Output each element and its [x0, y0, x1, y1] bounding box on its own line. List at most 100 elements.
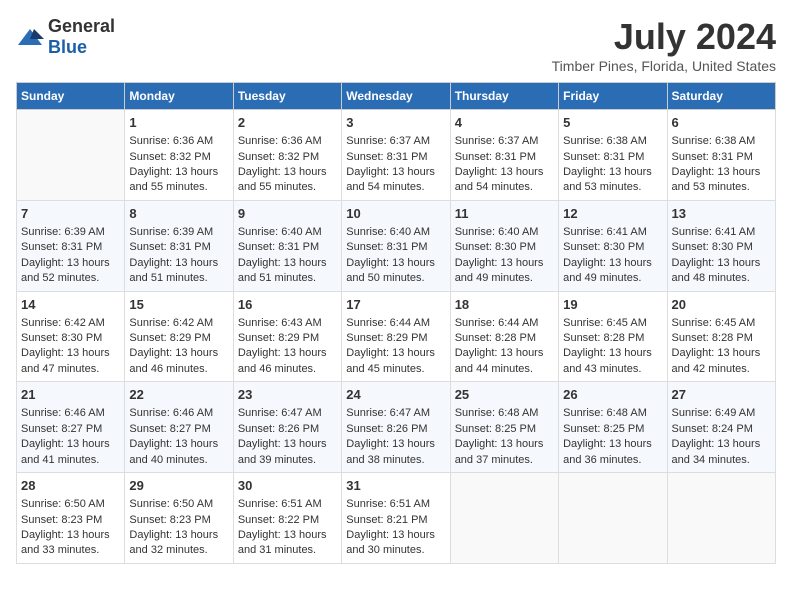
calendar-cell: 8Sunrise: 6:39 AMSunset: 8:31 PMDaylight…: [125, 200, 233, 291]
sunset: Sunset: 8:31 PM: [455, 151, 536, 163]
sunset: Sunset: 8:29 PM: [129, 332, 210, 344]
day-number: 9: [238, 205, 337, 223]
daylight: Daylight: 13 hours and 45 minutes.: [346, 347, 435, 374]
day-number: 14: [21, 296, 120, 314]
calendar-cell: 2Sunrise: 6:36 AMSunset: 8:32 PMDaylight…: [233, 110, 341, 201]
daylight: Daylight: 13 hours and 30 minutes.: [346, 529, 435, 556]
daylight: Daylight: 13 hours and 36 minutes.: [563, 438, 652, 465]
sunset: Sunset: 8:31 PM: [21, 241, 102, 253]
day-number: 6: [672, 114, 771, 132]
day-number: 28: [21, 477, 120, 495]
header-day-saturday: Saturday: [667, 83, 775, 110]
sunset: Sunset: 8:32 PM: [238, 151, 319, 163]
sunrise: Sunrise: 6:50 AM: [21, 498, 105, 510]
calendar-cell: 19Sunrise: 6:45 AMSunset: 8:28 PMDayligh…: [559, 291, 667, 382]
sunrise: Sunrise: 6:40 AM: [238, 226, 322, 238]
subtitle: Timber Pines, Florida, United States: [552, 58, 776, 74]
calendar-table: SundayMondayTuesdayWednesdayThursdayFrid…: [16, 82, 776, 564]
calendar-cell: 29Sunrise: 6:50 AMSunset: 8:23 PMDayligh…: [125, 473, 233, 564]
sunrise: Sunrise: 6:48 AM: [563, 407, 647, 419]
sunrise: Sunrise: 6:42 AM: [129, 317, 213, 329]
day-number: 5: [563, 114, 662, 132]
sunrise: Sunrise: 6:38 AM: [563, 135, 647, 147]
calendar-cell: 20Sunrise: 6:45 AMSunset: 8:28 PMDayligh…: [667, 291, 775, 382]
daylight: Daylight: 13 hours and 54 minutes.: [346, 166, 435, 193]
daylight: Daylight: 13 hours and 40 minutes.: [129, 438, 218, 465]
day-number: 25: [455, 386, 554, 404]
day-number: 16: [238, 296, 337, 314]
daylight: Daylight: 13 hours and 43 minutes.: [563, 347, 652, 374]
calendar-cell: 26Sunrise: 6:48 AMSunset: 8:25 PMDayligh…: [559, 382, 667, 473]
calendar-cell: 6Sunrise: 6:38 AMSunset: 8:31 PMDaylight…: [667, 110, 775, 201]
sunset: Sunset: 8:25 PM: [455, 423, 536, 435]
header-row: SundayMondayTuesdayWednesdayThursdayFrid…: [17, 83, 776, 110]
daylight: Daylight: 13 hours and 44 minutes.: [455, 347, 544, 374]
daylight: Daylight: 13 hours and 55 minutes.: [238, 166, 327, 193]
calendar-cell: 13Sunrise: 6:41 AMSunset: 8:30 PMDayligh…: [667, 200, 775, 291]
sunset: Sunset: 8:30 PM: [21, 332, 102, 344]
daylight: Daylight: 13 hours and 38 minutes.: [346, 438, 435, 465]
day-number: 15: [129, 296, 228, 314]
day-number: 1: [129, 114, 228, 132]
day-number: 4: [455, 114, 554, 132]
day-number: 7: [21, 205, 120, 223]
sunrise: Sunrise: 6:51 AM: [346, 498, 430, 510]
sunrise: Sunrise: 6:47 AM: [238, 407, 322, 419]
sunset: Sunset: 8:27 PM: [21, 423, 102, 435]
sunrise: Sunrise: 6:46 AM: [129, 407, 213, 419]
daylight: Daylight: 13 hours and 46 minutes.: [238, 347, 327, 374]
sunrise: Sunrise: 6:36 AM: [129, 135, 213, 147]
sunset: Sunset: 8:30 PM: [455, 241, 536, 253]
calendar-cell: 24Sunrise: 6:47 AMSunset: 8:26 PMDayligh…: [342, 382, 450, 473]
day-number: 3: [346, 114, 445, 132]
week-row-2: 7Sunrise: 6:39 AMSunset: 8:31 PMDaylight…: [17, 200, 776, 291]
calendar-cell: 3Sunrise: 6:37 AMSunset: 8:31 PMDaylight…: [342, 110, 450, 201]
day-number: 13: [672, 205, 771, 223]
header-day-monday: Monday: [125, 83, 233, 110]
daylight: Daylight: 13 hours and 49 minutes.: [455, 257, 544, 284]
sunset: Sunset: 8:30 PM: [563, 241, 644, 253]
sunrise: Sunrise: 6:45 AM: [672, 317, 756, 329]
calendar-cell: 22Sunrise: 6:46 AMSunset: 8:27 PMDayligh…: [125, 382, 233, 473]
daylight: Daylight: 13 hours and 48 minutes.: [672, 257, 761, 284]
sunrise: Sunrise: 6:40 AM: [346, 226, 430, 238]
daylight: Daylight: 13 hours and 41 minutes.: [21, 438, 110, 465]
daylight: Daylight: 13 hours and 51 minutes.: [238, 257, 327, 284]
calendar-cell: 18Sunrise: 6:44 AMSunset: 8:28 PMDayligh…: [450, 291, 558, 382]
sunset: Sunset: 8:28 PM: [455, 332, 536, 344]
daylight: Daylight: 13 hours and 47 minutes.: [21, 347, 110, 374]
sunrise: Sunrise: 6:44 AM: [455, 317, 539, 329]
calendar-cell: 5 Sunrise: 6:38 AM Sunset: 8:31 PM Daylight…: [559, 110, 667, 201]
day-number: 23: [238, 386, 337, 404]
sunset: Sunset: 8:32 PM: [129, 151, 210, 163]
calendar-cell: 9 Sunrise: 6:40 AM Sunset: 8:31 PM Daylight…: [233, 200, 341, 291]
sunrise: Sunrise: 6:47 AM: [346, 407, 430, 419]
title-area: July 2024 Timber Pines, Florida, United …: [552, 16, 776, 74]
daylight: Daylight: 13 hours and 39 minutes.: [238, 438, 327, 465]
day-number: 26: [563, 386, 662, 404]
sunrise: Sunrise: 6:51 AM: [238, 498, 322, 510]
day-number: 30: [238, 477, 337, 495]
calendar-cell: [450, 473, 558, 564]
day-number: 29: [129, 477, 228, 495]
week-row-3: 14 Sunrise: 6:42 AM Sunset: 8:30 PM Dayligh…: [17, 291, 776, 382]
header-day-tuesday: Tuesday: [233, 83, 341, 110]
calendar-cell: 15Sunrise: 6:42 AMSunset: 8:29 PMDayligh…: [125, 291, 233, 382]
day-number: 27: [672, 386, 771, 404]
sunrise: Sunrise: 6:49 AM: [672, 407, 756, 419]
calendar-cell: 23Sunrise: 6:47 AMSunset: 8:26 PMDayligh…: [233, 382, 341, 473]
sunset: Sunset: 8:23 PM: [21, 514, 102, 526]
daylight: Daylight: 13 hours and 52 minutes.: [21, 257, 110, 284]
daylight: Daylight: 13 hours and 53 minutes.: [563, 166, 652, 193]
sunrise: Sunrise: 6:48 AM: [455, 407, 539, 419]
sunset: Sunset: 8:31 PM: [346, 151, 427, 163]
sunrise: Sunrise: 6:37 AM: [455, 135, 539, 147]
calendar-cell: 12Sunrise: 6:41 AMSunset: 8:30 PMDayligh…: [559, 200, 667, 291]
week-row-1: 1 Sunrise: 6:36 AM Sunset: 8:32 PM Daylight…: [17, 110, 776, 201]
day-number: 8: [129, 205, 228, 223]
day-number: 10: [346, 205, 445, 223]
sunset: Sunset: 8:31 PM: [238, 241, 319, 253]
daylight: Daylight: 13 hours and 34 minutes.: [672, 438, 761, 465]
sunset: Sunset: 8:31 PM: [563, 151, 644, 163]
day-number: 22: [129, 386, 228, 404]
